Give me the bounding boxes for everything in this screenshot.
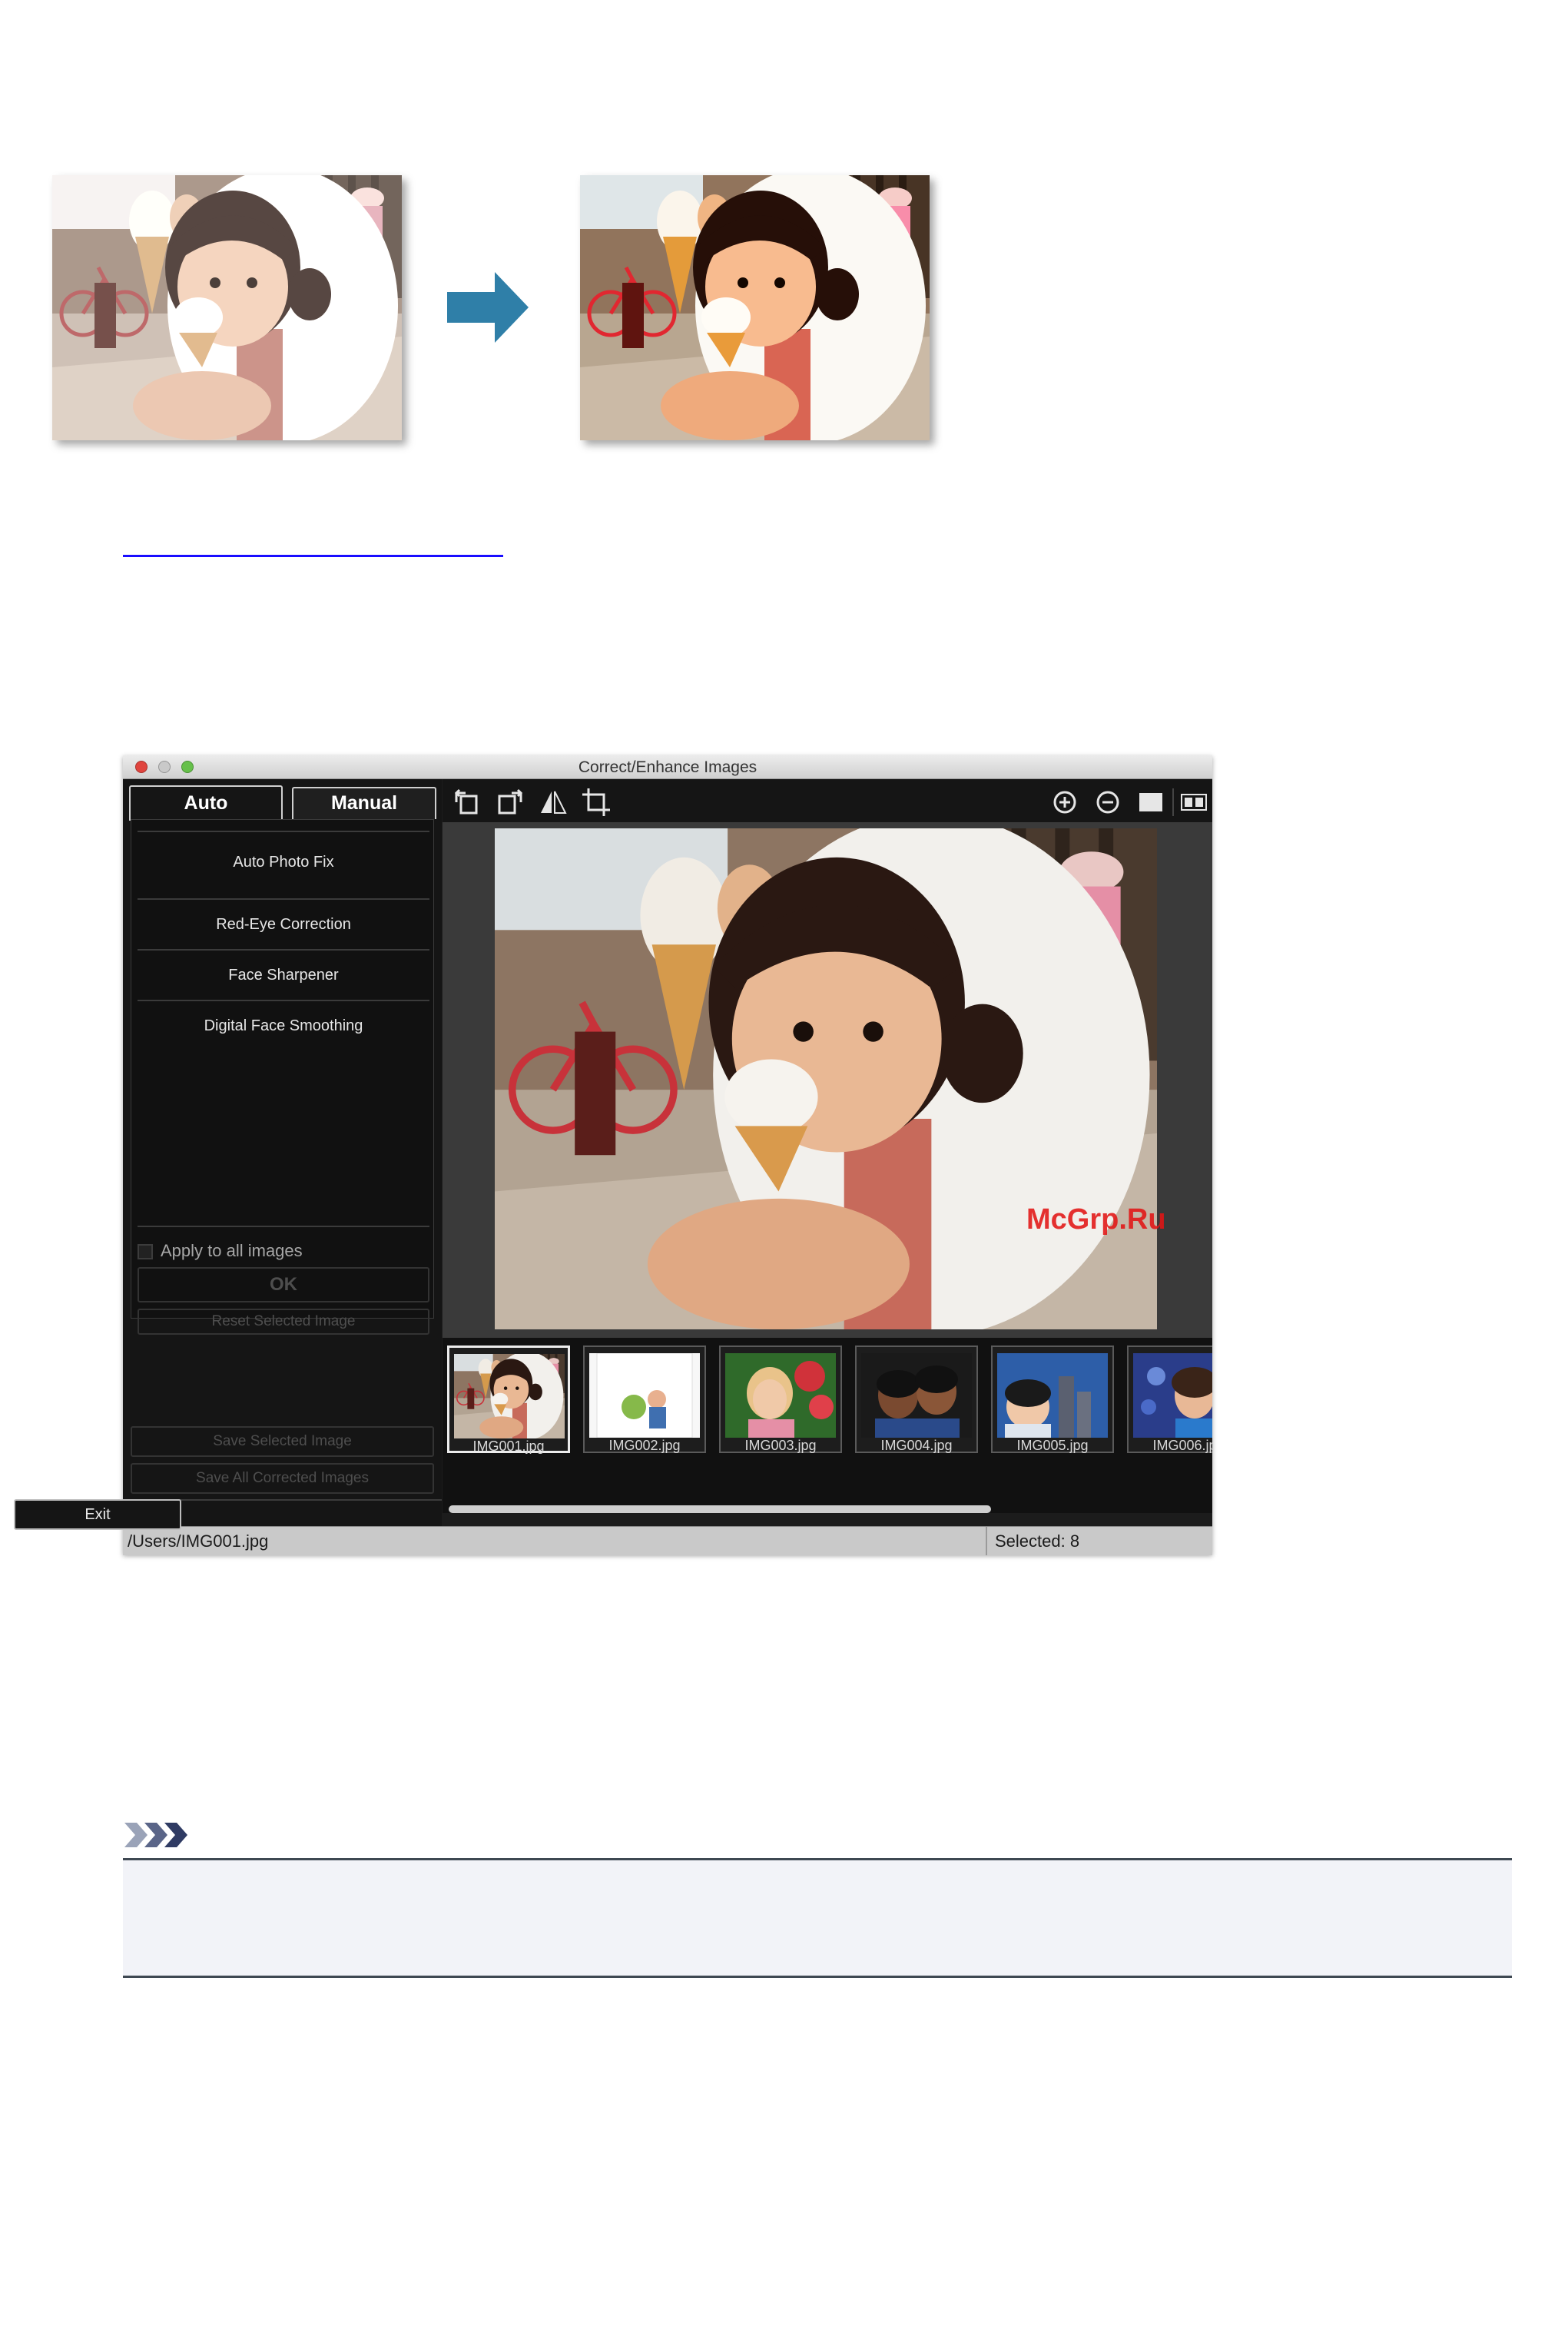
thumbnail-label: IMG006.jpg (1152, 1438, 1212, 1453)
face-sharpener-option[interactable]: Face Sharpener (138, 967, 429, 984)
thumbnail-image (454, 1354, 565, 1438)
reset-selected-image-button[interactable]: Reset Selected Image (138, 1309, 429, 1335)
auto-photo-fix-option[interactable]: Auto Photo Fix (138, 854, 429, 871)
right-arrow-icon (439, 269, 532, 346)
before-photo (52, 175, 402, 440)
exit-button[interactable]: Exit (14, 1499, 181, 1530)
digital-face-smoothing-option[interactable]: Digital Face Smoothing (138, 1017, 429, 1035)
thumbnail-image (589, 1353, 700, 1438)
thumbnail-strip: IMG001.jpg IMG002.jpg IMG003.jpg IMG004.… (443, 1338, 1212, 1513)
thumbnail-label: IMG004.jpg (880, 1438, 953, 1453)
toolbar-divider (1172, 788, 1174, 816)
thumbnail-item[interactable]: IMG002.jpg (583, 1345, 706, 1453)
crop-icon[interactable] (581, 787, 612, 818)
thumbnail-item[interactable]: IMG005.jpg (991, 1345, 1114, 1453)
thumbnail-image (725, 1353, 836, 1438)
preview-image[interactable] (495, 828, 1157, 1329)
divider (138, 898, 429, 900)
image-toolbar (443, 779, 1212, 822)
window-title: Correct/Enhance Images (578, 758, 757, 776)
note-box (123, 1858, 1512, 1978)
thumbnail-label: IMG003.jpg (744, 1438, 817, 1453)
watermark-text: McGrp.Ru (1026, 1203, 1166, 1236)
divider (138, 949, 429, 951)
apply-to-all-label: Apply to all images (161, 1241, 303, 1260)
save-selected-image-button[interactable]: Save Selected Image (131, 1426, 434, 1457)
left-panel: Auto Manual Auto Photo Fix Red-Eye Corre… (123, 779, 442, 1526)
status-bar: /Users/IMG001.jpg Selected: 8 (123, 1526, 1212, 1555)
full-screen-icon[interactable] (1135, 787, 1166, 818)
after-photo (580, 175, 930, 440)
thumbnail-scrollbar[interactable] (449, 1505, 991, 1513)
thumbnail-image (1133, 1353, 1212, 1438)
divider (138, 1226, 429, 1227)
save-all-corrected-images-button[interactable]: Save All Corrected Images (131, 1463, 434, 1494)
thumbnail-item[interactable]: IMG006.jpg (1127, 1345, 1212, 1453)
zoom-out-icon[interactable] (1092, 787, 1123, 818)
correct-enhance-window: Correct/Enhance Images Auto Manual Auto … (123, 755, 1212, 1555)
file-path: /Users/IMG001.jpg (128, 1531, 269, 1551)
note-icon (123, 1820, 200, 1854)
apply-to-all-checkbox[interactable] (138, 1244, 153, 1259)
red-eye-correction-option[interactable]: Red-Eye Correction (138, 916, 429, 934)
thumbnail-label: IMG001.jpg (472, 1438, 545, 1454)
status-divider (986, 1527, 987, 1555)
thumbnail-image (861, 1353, 972, 1438)
auto-functions-panel: Auto Photo Fix Red-Eye Correction Face S… (131, 819, 434, 1335)
tab-auto[interactable]: Auto (129, 785, 283, 821)
link-underline[interactable] (123, 555, 503, 557)
flip-icon[interactable] (538, 787, 569, 818)
thumbnail-item[interactable]: IMG004.jpg (855, 1345, 978, 1453)
compare-icon[interactable] (1178, 787, 1209, 818)
rotate-right-icon[interactable] (495, 787, 525, 818)
thumbnail-image (997, 1353, 1108, 1438)
rotate-left-icon[interactable] (452, 787, 482, 818)
zoom-in-icon[interactable] (1049, 787, 1080, 818)
preview-area: McGrp.Ru (443, 822, 1212, 1338)
divider (138, 1000, 429, 1001)
tab-manual[interactable]: Manual (292, 787, 436, 819)
title-bar: Correct/Enhance Images (123, 755, 1212, 779)
divider (138, 831, 429, 832)
selected-count: Selected: 8 (995, 1531, 1080, 1551)
thumbnail-label: IMG005.jpg (1016, 1438, 1089, 1453)
thumbnail-item[interactable]: IMG003.jpg (719, 1345, 842, 1453)
ok-button[interactable]: OK (138, 1267, 429, 1302)
thumbnail-item[interactable]: IMG001.jpg (447, 1345, 570, 1454)
thumbnail-label: IMG002.jpg (608, 1438, 681, 1453)
